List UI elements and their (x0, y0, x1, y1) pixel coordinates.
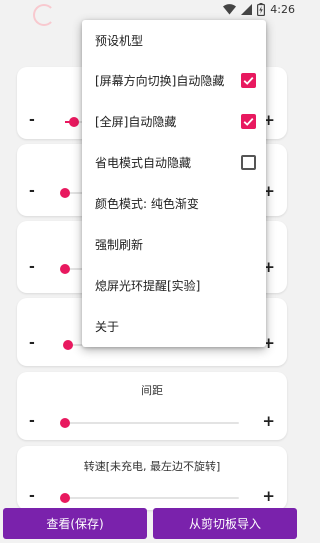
decrease-button[interactable]: - (29, 413, 35, 429)
slider-thumb[interactable] (60, 493, 70, 503)
fullscreen-autohide-checkbox[interactable] (241, 114, 256, 129)
increase-button[interactable]: + (262, 412, 275, 430)
decrease-button[interactable]: - (29, 183, 35, 199)
menu-item-screenoff-ring[interactable]: 熄屏光环提醒[实验] (82, 265, 266, 306)
slider-card-speed: 转速[未充电, 最左边不旋转] - + (17, 446, 287, 510)
slider-row[interactable]: - + (17, 487, 287, 505)
slider-card-title: 转速[未充电, 最左边不旋转] (83, 460, 221, 473)
increase-button[interactable]: + (262, 487, 275, 505)
checkmark-icon (243, 76, 254, 85)
menu-item-label: [屏幕方向切换]自动隐藏 (95, 74, 225, 88)
options-menu: 预设机型 [屏幕方向切换]自动隐藏 [全屏]自动隐藏 省电模式自动隐藏 颜色模式… (82, 20, 266, 347)
checkmark-icon (243, 117, 254, 126)
status-time: 4:26 (270, 2, 295, 16)
menu-item-fullscreen-autohide[interactable]: [全屏]自动隐藏 (82, 101, 266, 142)
decrease-button[interactable]: - (29, 335, 35, 351)
menu-item-label: 关于 (95, 320, 120, 334)
ring-indicator-icon (33, 4, 55, 26)
menu-item-color-mode[interactable]: 颜色模式: 纯色渐变 (82, 183, 266, 224)
slider-track[interactable] (60, 493, 239, 503)
slider-thumb[interactable] (63, 340, 74, 350)
decrease-button[interactable]: - (29, 259, 35, 275)
battery-charging-icon (257, 2, 266, 16)
slider-track[interactable] (60, 418, 239, 428)
import-clipboard-button[interactable]: 从剪切板导入 (153, 508, 297, 539)
menu-item-about[interactable]: 关于 (82, 306, 266, 347)
menu-item-label: 颜色模式: 纯色渐变 (95, 197, 199, 211)
wifi-icon (223, 3, 237, 15)
menu-item-label: 省电模式自动隐藏 (95, 156, 192, 170)
menu-item-force-refresh[interactable]: 强制刷新 (82, 224, 266, 265)
slider-card-spacing: 间距 - + (17, 372, 287, 440)
slider-thumb[interactable] (60, 188, 70, 198)
menu-item-label: [全屏]自动隐藏 (95, 115, 177, 129)
signal-icon (241, 3, 253, 15)
menu-item-powersave-autohide[interactable]: 省电模式自动隐藏 (82, 142, 266, 183)
menu-item-label: 熄屏光环提醒[实验] (95, 279, 201, 293)
status-bar: 4:26 (0, 0, 300, 26)
decrease-button[interactable]: - (29, 488, 35, 504)
slider-thumb[interactable] (60, 264, 70, 274)
menu-item-label: 强制刷新 (95, 238, 144, 252)
slider-card-title: 间距 (141, 384, 163, 397)
slider-thumb[interactable] (60, 418, 70, 428)
status-icons: 4:26 (223, 1, 295, 17)
slider-thumb[interactable] (68, 117, 79, 127)
view-save-button[interactable]: 查看(保存) (3, 508, 147, 539)
decrease-button[interactable]: - (29, 112, 35, 128)
powersave-autohide-checkbox[interactable] (241, 155, 256, 170)
menu-item-label: 预设机型 (95, 34, 144, 48)
orientation-autohide-checkbox[interactable] (241, 73, 256, 88)
menu-item-preset-model[interactable]: 预设机型 (82, 20, 266, 61)
slider-row[interactable]: - + (17, 412, 287, 430)
menu-item-orientation-autohide[interactable]: [屏幕方向切换]自动隐藏 (82, 60, 266, 101)
